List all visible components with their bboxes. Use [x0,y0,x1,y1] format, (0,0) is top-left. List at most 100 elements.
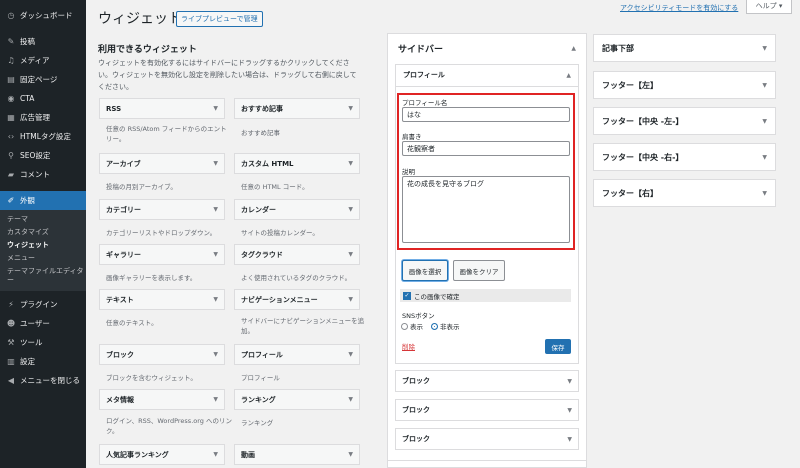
radio-show[interactable] [401,322,408,330]
widget-nav-menu[interactable]: ナビゲーションメニュー ▼ [234,289,360,310]
widget-categories[interactable]: カテゴリー ▼ [99,199,225,220]
dashboard-icon: ◷ [7,11,15,20]
widget-tag-cloud[interactable]: タグクラウド ▼ [234,244,360,265]
caret-down-icon: ▼ [348,296,353,303]
widget-rss[interactable]: RSS ▼ [99,98,225,119]
widget-description: プロフィール [241,374,280,382]
code-icon: ‹› [7,132,15,141]
menu-appearance[interactable]: ✐ 外観 [0,191,86,210]
confirm-image-row[interactable]: ✓ この画像で確定 [400,289,571,302]
widget-custom-html[interactable]: カスタム HTML ▼ [234,153,360,174]
menu-label: CTA [20,94,35,103]
widget-description: ランキング [241,419,274,427]
caret-down-icon: ▼ [213,160,218,167]
sidebar-widget-block[interactable]: ブロック ▼ [395,399,579,421]
menu-ads[interactable]: ▦ 広告管理 [0,108,86,127]
sidebar-widget-block[interactable]: ブロック ▼ [395,428,579,450]
widget-meta[interactable]: メタ情報 ▼ [99,389,225,410]
confirm-image-label: この画像で確定 [414,292,460,301]
submenu-widgets[interactable]: ウィジェット [0,239,86,252]
menu-label: SEO設定 [20,151,51,160]
help-button[interactable]: ヘルプ ▾ [746,0,792,14]
widget-calendar[interactable]: カレンダー ▼ [234,199,360,220]
widget-name: ブロック [402,435,430,443]
submenu-themes[interactable]: テーマ [0,213,86,226]
caret-down-icon: ▼ [762,81,767,89]
profile-widget-header[interactable]: プロフィール ▲ [395,64,579,87]
menu-users[interactable]: ☻ ユーザー [0,314,86,333]
live-preview-button[interactable]: ライブプレビューで管理 [176,11,263,27]
widget-description: よく使用されているタグのクラウド。 [241,274,352,282]
save-button[interactable]: 保存 [545,339,571,354]
radio-show-label: 表示 [410,323,423,331]
clear-image-button[interactable]: 画像をクリア [453,260,505,281]
submenu-customize[interactable]: カスタマイズ [0,226,86,239]
caret-up-icon: ▲ [571,44,576,52]
widget-description: カテゴリーリストやドロップダウン。 [106,229,217,237]
area-title: フッター【中央 -左-】 [602,116,684,126]
widget-name: タグクラウド [241,250,283,259]
area-title: フッター【右】 [602,188,658,198]
menu-dashboard[interactable]: ◷ ダッシュボード [0,6,86,25]
menu-label: コメント [20,170,50,179]
menu-posts[interactable]: ✎ 投稿 [0,32,86,51]
widget-name: ブロック [402,377,430,385]
widget-description: 任意の RSS/Atom フィードからのエントリー。 [106,125,227,143]
highlight-box [397,93,575,250]
widget-archives[interactable]: アーカイブ ▼ [99,153,225,174]
pin-icon: ✎ [7,37,15,46]
widget-name: ブロック [402,406,430,414]
caret-down-icon: ▼ [567,406,572,414]
widget-name: カレンダー [241,205,276,214]
widget-description: サイドバーにナビゲーションメニューを追加。 [241,317,365,335]
caret-down-icon: ▼ [762,189,767,197]
caret-down-icon: ▼ [762,44,767,52]
media-icon: ♫ [7,56,15,65]
menu-settings[interactable]: ▥ 設定 [0,352,86,371]
area-footer-center-right[interactable]: フッター【中央 -右-】 ▼ [593,143,776,171]
area-footer-left[interactable]: フッター【左】 ▼ [593,71,776,99]
appearance-submenu: テーマ カスタマイズ ウィジェット メニュー テーマファイルエディター [0,210,86,291]
submenu-theme-editor[interactable]: テーマファイルエディター [0,265,86,287]
menu-html-tags[interactable]: ‹› HTMLタグ設定 [0,127,86,146]
menu-collapse[interactable]: ◀ メニューを閉じる [0,371,86,390]
menu-comments[interactable]: ▰ コメント [0,165,86,184]
radio-hide[interactable] [431,322,438,330]
menu-label: プラグイン [20,300,58,309]
available-widgets-description: ウィジェットを有効化するにはサイドバーにドラッグするかクリックしてください。ウィ… [98,59,357,91]
sidebar-widget-block[interactable]: ブロック ▼ [395,370,579,392]
sidebar-area-header[interactable]: サイドバー ▲ [388,34,586,62]
menu-cta[interactable]: ◉ CTA [0,89,86,108]
menu-pages[interactable]: ▤ 固定ページ [0,70,86,89]
widget-ranking[interactable]: ランキング ▼ [234,389,360,410]
delete-link[interactable]: 削除 [402,341,415,351]
menu-tools[interactable]: ⚒ ツール [0,333,86,352]
widget-gallery[interactable]: ギャラリー ▼ [99,244,225,265]
area-below-article[interactable]: 記事下部 ▼ [593,34,776,62]
widget-name: メタ情報 [106,395,134,404]
menu-label: 外観 [20,196,35,205]
admin-sidebar: ◷ ダッシュボード ✎ 投稿 ♫ メディア ▤ 固定ページ ◉ CTA ▦ 広告管理 ‹› H… [0,0,86,468]
widget-profile[interactable]: プロフィール ▼ [234,344,360,365]
menu-label: メディア [20,56,50,65]
widget-description: ログイン、RSS、WordPress.org へのリンク。 [106,417,232,435]
widget-name: 人気記事ランキング [106,450,169,459]
accessibility-mode-link[interactable]: アクセシビリティモードを有効にする [620,3,738,13]
area-footer-right[interactable]: フッター【右】 ▼ [593,179,776,207]
widget-popular-ranking[interactable]: 人気記事ランキング ▼ [99,444,225,465]
menu-seo[interactable]: ⚲ SEO設定 [0,146,86,165]
area-footer-center-left[interactable]: フッター【中央 -左-】 ▼ [593,107,776,135]
widget-recommended[interactable]: おすすめ記事 ▼ [234,98,360,119]
widget-name: ブロック [106,350,134,359]
checkmark-icon[interactable]: ✓ [403,291,411,300]
caret-down-icon: ▼ [762,153,767,161]
menu-media[interactable]: ♫ メディア [0,51,86,70]
select-image-button[interactable]: 画像を選択 [402,260,448,281]
area-title: 記事下部 [602,43,634,53]
widget-video[interactable]: 動画 ▼ [234,444,360,465]
submenu-menus[interactable]: メニュー [0,252,86,265]
widget-block[interactable]: ブロック ▼ [99,344,225,365]
page-icon: ▤ [7,75,15,84]
menu-plugins[interactable]: ⚡ プラグイン [0,295,86,314]
widget-text[interactable]: テキスト ▼ [99,289,225,310]
